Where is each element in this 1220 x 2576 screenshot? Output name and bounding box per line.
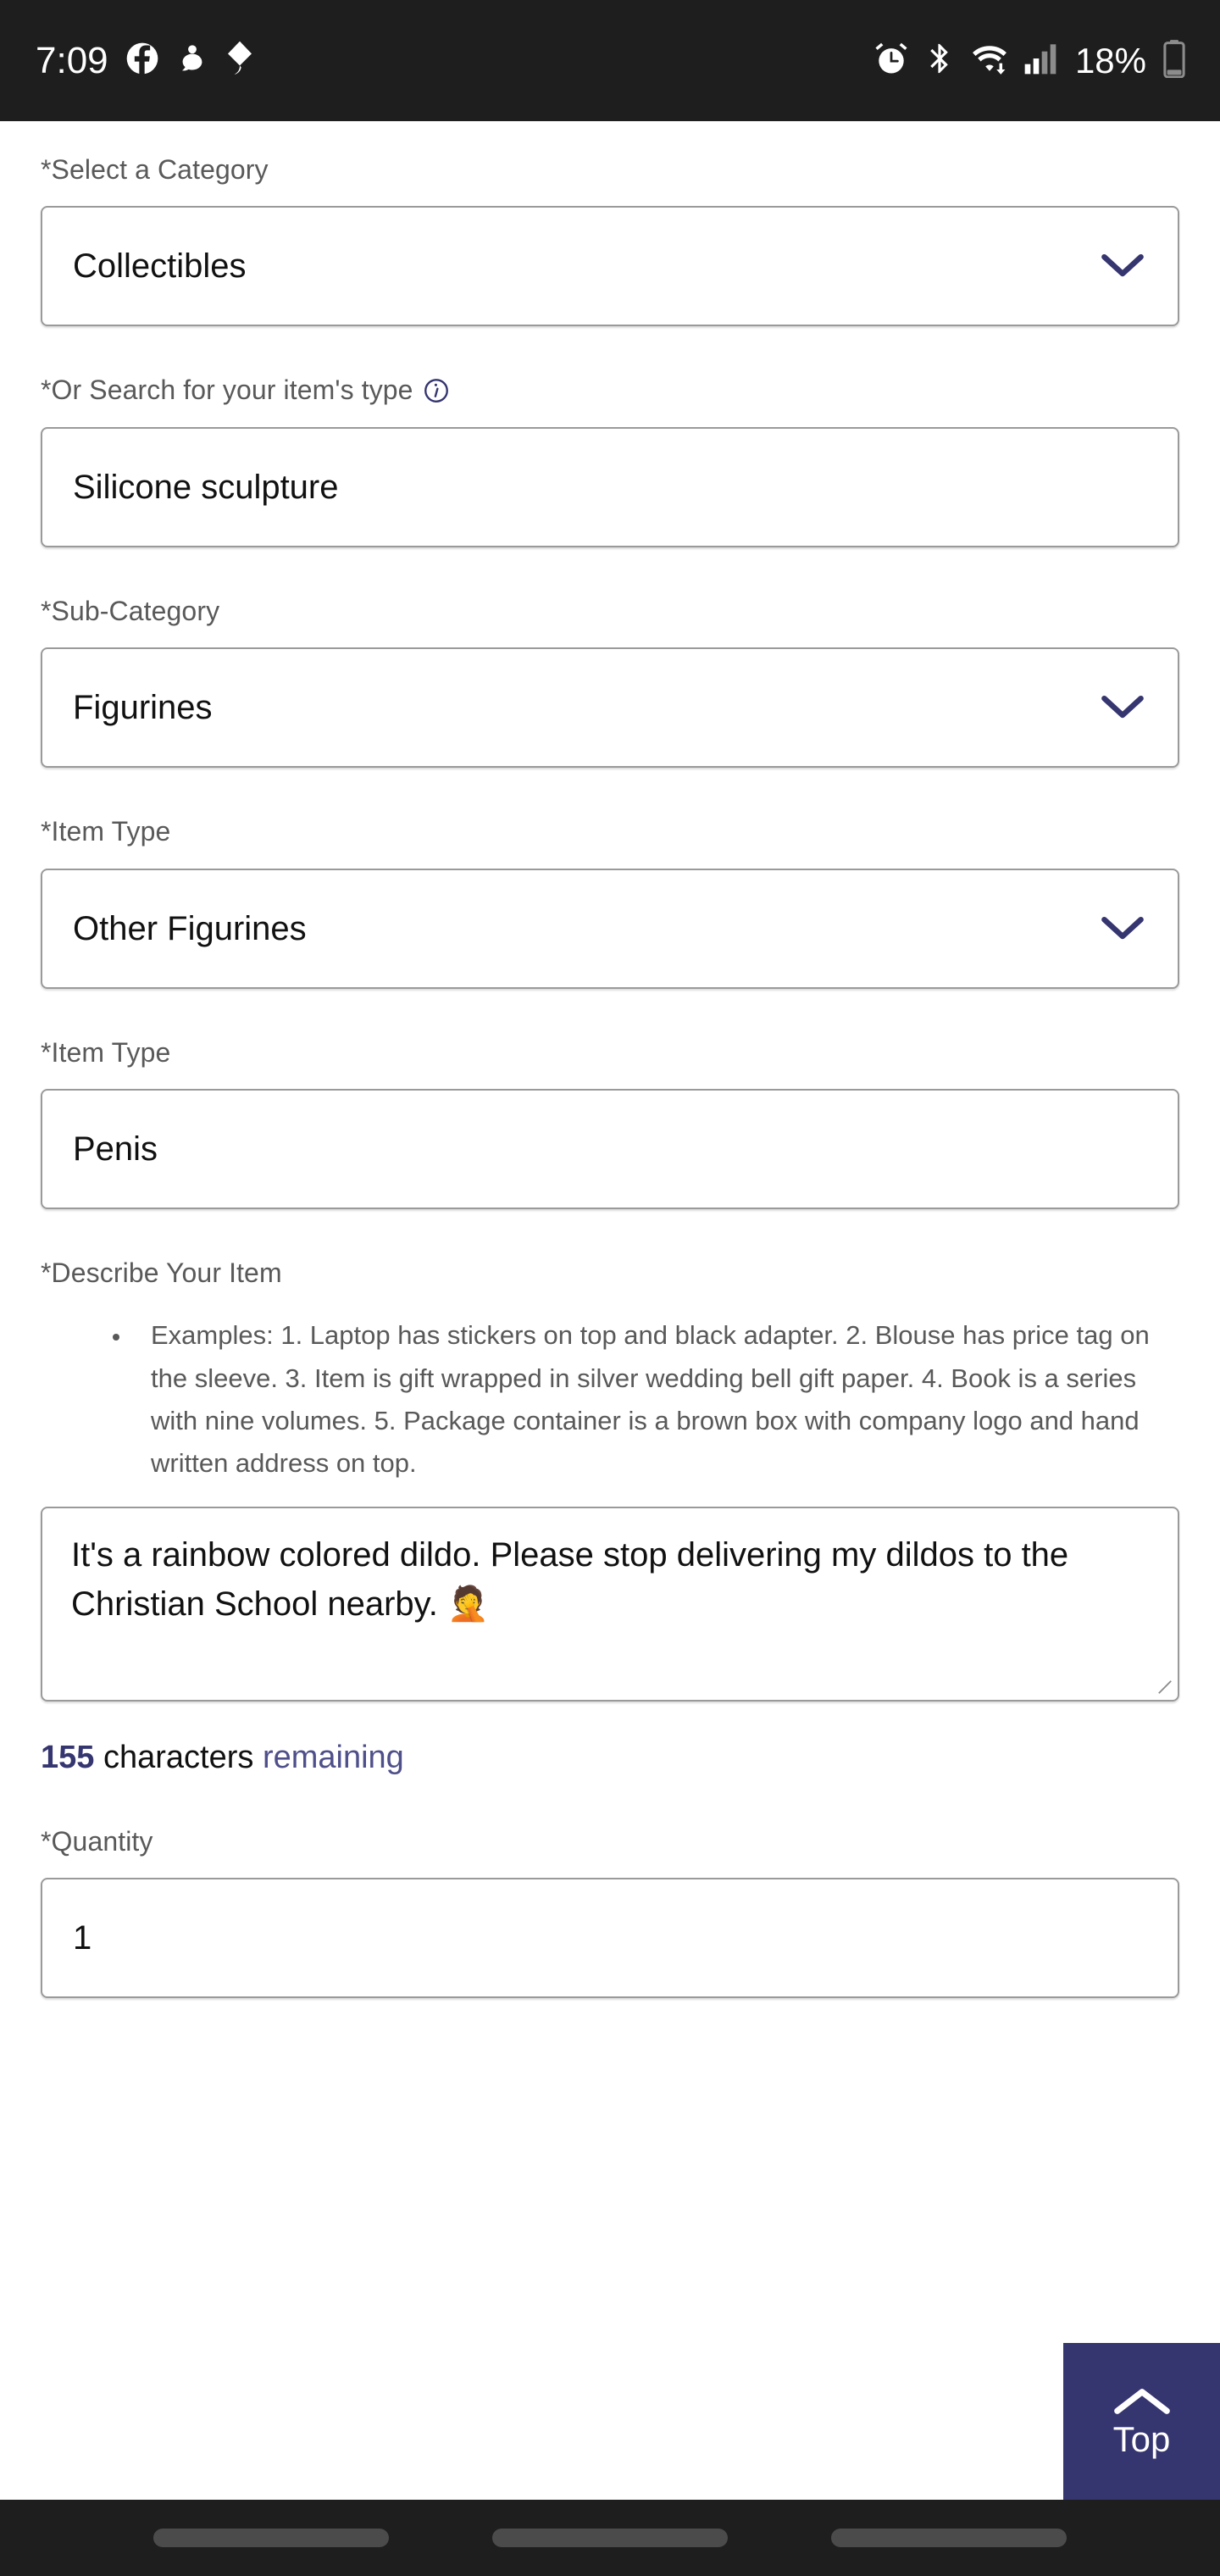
- scroll-to-top-label: Top: [1112, 2418, 1171, 2459]
- item-type-select[interactable]: Other Figurines: [41, 868, 1179, 989]
- sub-category-value: Figurines: [73, 689, 213, 727]
- item-type-select-label: *Item Type: [41, 816, 171, 847]
- chevron-down-icon: [1100, 252, 1145, 280]
- app-screen: 7:09 18% *Select a Category Collectibles…: [0, 0, 1220, 2576]
- char-counter-tail: remaining: [262, 1740, 404, 1776]
- facebook-icon: [125, 42, 159, 80]
- kite-icon: [225, 41, 254, 80]
- describe-label: *Describe Your Item: [41, 1257, 282, 1288]
- category-select[interactable]: Collectibles: [41, 206, 1179, 327]
- status-clock: 7:09: [36, 39, 108, 81]
- system-navigation-bar: [0, 2500, 1220, 2576]
- battery-percent-label: 18%: [1074, 40, 1146, 80]
- info-circle-icon[interactable]: [424, 378, 449, 403]
- chevron-up-icon: [1111, 2386, 1173, 2417]
- bluetooth-icon: [923, 41, 956, 80]
- reddit-snoo-icon: [176, 42, 208, 80]
- battery-icon: [1162, 39, 1186, 82]
- item-type-text-input[interactable]: Penis: [41, 1088, 1179, 1209]
- describe-textarea[interactable]: It's a rainbow colored dildo. Please sto…: [41, 1507, 1179, 1702]
- item-type-search-label-row: *Or Search for your item's type: [41, 374, 1179, 406]
- chevron-down-icon: [1100, 914, 1145, 943]
- form-content: *Select a Category Collectibles *Or Sear…: [0, 121, 1220, 1999]
- category-value: Collectibles: [73, 247, 247, 286]
- item-type-text-label: *Item Type: [41, 1036, 171, 1068]
- alarm-icon: [873, 41, 909, 80]
- describe-examples-text: Examples: 1. Laptop has stickers on top …: [132, 1314, 1179, 1485]
- item-type-search-value: Silicone sculpture: [73, 468, 339, 506]
- item-type-search-label: *Or Search for your item's type: [41, 375, 413, 406]
- sub-category-label: *Sub-Category: [41, 595, 220, 626]
- cellular-signal-icon: [1023, 41, 1057, 80]
- item-type-select-value: Other Figurines: [73, 909, 307, 947]
- describe-examples-list: Examples: 1. Laptop has stickers on top …: [41, 1314, 1179, 1485]
- item-type-text-value: Penis: [73, 1130, 158, 1168]
- resize-grip-icon[interactable]: [1157, 1679, 1173, 1695]
- status-bar-right: 18%: [873, 39, 1186, 82]
- chevron-down-icon: [1100, 693, 1145, 722]
- char-counter-number: 155: [41, 1740, 95, 1776]
- item-type-search-input[interactable]: Silicone sculpture: [41, 426, 1179, 547]
- nav-pill-back[interactable]: [831, 2529, 1067, 2547]
- quantity-label: *Quantity: [41, 1825, 153, 1857]
- status-bar-left: 7:09: [36, 41, 254, 80]
- nav-pill-home[interactable]: [492, 2529, 728, 2547]
- category-label: *Select a Category: [41, 154, 269, 185]
- describe-textarea-value: It's a rainbow colored dildo. Please sto…: [71, 1536, 1069, 1624]
- sub-category-select[interactable]: Figurines: [41, 647, 1179, 769]
- nav-pill-recents[interactable]: [153, 2529, 389, 2547]
- char-counter: 155 characters remaining: [41, 1739, 1179, 1778]
- scroll-to-top-button[interactable]: Top: [1063, 2343, 1220, 2500]
- wifi-icon: [970, 41, 1009, 80]
- status-bar: 7:09 18%: [0, 0, 1220, 121]
- char-counter-word: characters: [103, 1740, 254, 1776]
- quantity-input[interactable]: 1: [41, 1878, 1179, 1999]
- quantity-value: 1: [73, 1919, 92, 1957]
